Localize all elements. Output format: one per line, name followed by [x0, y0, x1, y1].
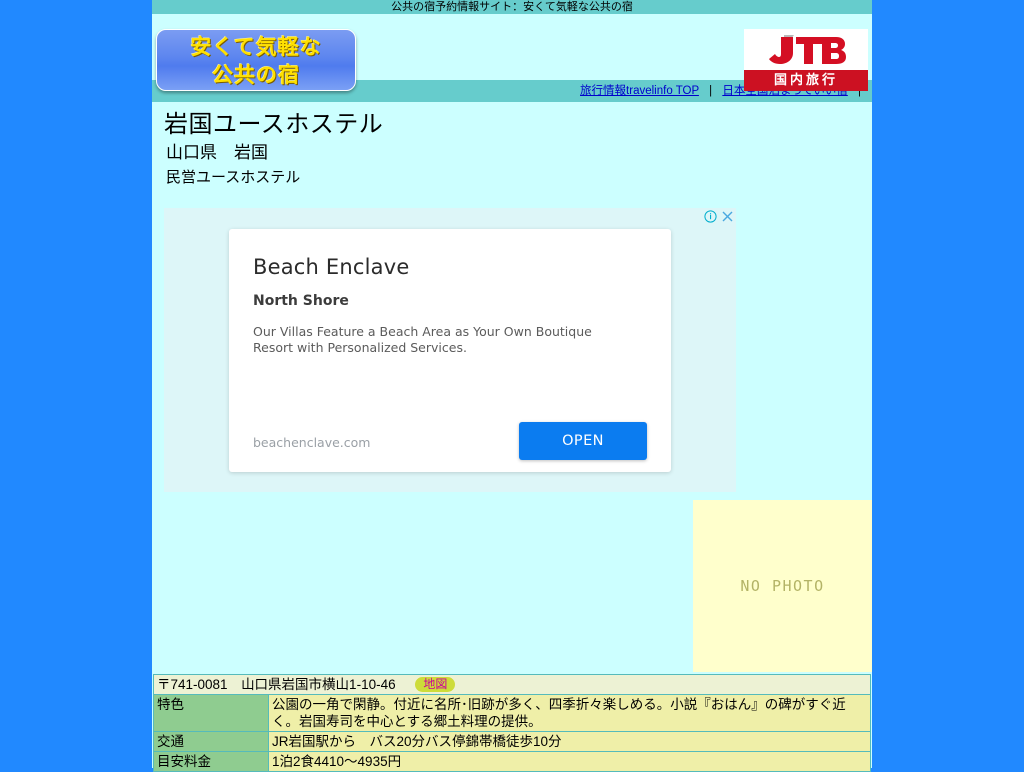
- address-cell: 〒741-0081 山口県岩国市横山1-10-46 地図: [153, 674, 871, 695]
- jtb-sponsor-subtitle: 国内旅行: [744, 70, 868, 91]
- ad-open-button[interactable]: OPEN: [519, 422, 647, 460]
- table-row-address: 〒741-0081 山口県岩国市横山1-10-46 地図: [153, 674, 871, 695]
- hotel-heading-block: 岩国ユースホステル 山口県 岩国 民営ユースホステル: [152, 102, 872, 190]
- page-title: 岩国ユースホステル: [164, 111, 384, 138]
- table-row: 交通 JR岩国駅から バス20分バス停錦帯橋徒歩10分: [153, 731, 871, 752]
- hotel-info-section: 〒741-0081 山口県岩国市横山1-10-46 地図 特色 公園の一角で閑静…: [152, 674, 872, 772]
- info-icon[interactable]: [704, 210, 717, 223]
- page-container: 公共の宿予約情報サイト：安くて気軽な公共の宿 安くて気軽な 公共の宿 国内旅行 …: [152, 0, 872, 772]
- row-label-price: 目安料金: [153, 751, 269, 772]
- ad-controls: [704, 210, 734, 223]
- hotel-type: 民営ユースホステル: [166, 169, 301, 186]
- row-value-access: JR岩国駅から バス20分バス停錦帯橋徒歩10分: [268, 731, 871, 752]
- close-icon[interactable]: [721, 210, 734, 223]
- banner-row: 安くて気軽な 公共の宿 国内旅行: [152, 14, 872, 91]
- hotel-region: 山口県 岩国: [166, 143, 268, 162]
- hotel-info-table: 〒741-0081 山口県岩国市横山1-10-46 地図 特色 公園の一角で閑静…: [153, 674, 871, 772]
- row-value-features: 公園の一角で閑静。付近に名所･旧跡が多く、四季折々楽しめる。小説『おはん』の碑が…: [268, 694, 871, 732]
- postal-code: 741-0081: [170, 677, 228, 692]
- jtb-mark-icon: [744, 29, 868, 70]
- table-row: 目安料金 1泊2食4410〜4935円: [153, 751, 871, 772]
- ad-subheadline: North Shore: [253, 293, 349, 309]
- advertisement-container: Beach Enclave North Shore Our Villas Fea…: [164, 208, 736, 492]
- ad-description: Our Villas Feature a Beach Area as Your …: [253, 324, 592, 355]
- photo-placeholder: NO PHOTO: [693, 500, 872, 672]
- postal-mark: 〒: [157, 677, 171, 692]
- nav-separator-1: |: [709, 85, 713, 97]
- row-value-price: 1泊2食4410〜4935円: [268, 751, 871, 772]
- logo-line-2: 公共の宿: [212, 63, 300, 87]
- ad-display-url: beachenclave.com: [253, 435, 371, 450]
- table-row: 特色 公園の一角で閑静。付近に名所･旧跡が多く、四季折々楽しめる。小説『おはん』…: [153, 694, 871, 732]
- site-title-bar: 公共の宿予約情報サイト：安くて気軽な公共の宿: [152, 0, 872, 14]
- ad-headline: Beach Enclave: [253, 255, 410, 279]
- ad-card[interactable]: Beach Enclave North Shore Our Villas Fea…: [229, 229, 671, 472]
- map-link-badge[interactable]: 地図: [415, 677, 456, 692]
- site-logo-button[interactable]: 安くて気軽な 公共の宿: [156, 29, 356, 91]
- row-label-access: 交通: [153, 731, 269, 752]
- row-label-features: 特色: [153, 694, 269, 732]
- logo-line-1: 安くて気軽な: [190, 35, 322, 59]
- address-text: 山口県岩国市横山1-10-46: [241, 677, 396, 692]
- nav-link-travelinfo-top[interactable]: 旅行情報travelinfo TOP: [580, 85, 699, 97]
- jtb-sponsor-logo[interactable]: 国内旅行: [744, 29, 868, 91]
